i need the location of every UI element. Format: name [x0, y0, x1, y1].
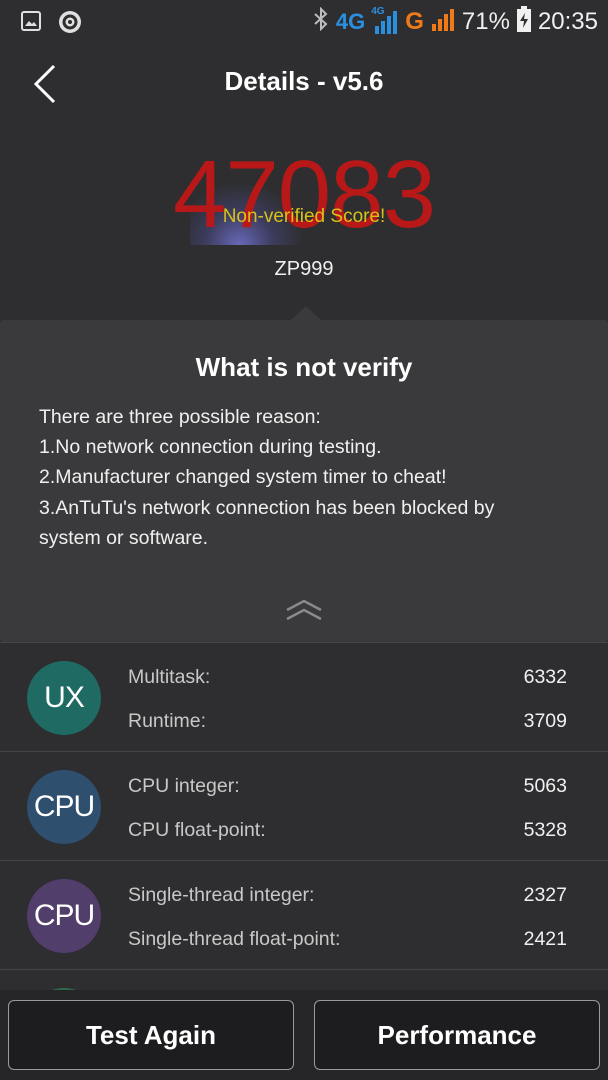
status-bar: 4G 4G G 71% 20:35 — [0, 0, 608, 44]
app-header: Details - v5.6 — [0, 44, 608, 124]
popup-line: 2.Manufacturer changed system timer to c… — [39, 466, 447, 489]
list-item-ux[interactable]: UX Multitask: 6332 Runtime: 3709 — [0, 642, 608, 751]
performance-button[interactable]: Performance — [314, 1000, 600, 1070]
clock: 20:35 — [537, 8, 598, 35]
result-label: Single-thread float-point: — [128, 928, 341, 950]
popup-line: There are three possible reason: — [39, 406, 321, 428]
network-g-label: G — [405, 8, 424, 35]
ux-icon: UX — [27, 661, 101, 735]
signal-icon-secondary — [430, 6, 456, 39]
page-title: Details - v5.6 — [224, 66, 384, 96]
device-name: ZP999 — [274, 258, 334, 280]
test-again-button[interactable]: Test Again — [8, 1000, 294, 1070]
result-value: 2421 — [523, 928, 567, 950]
network-4g-label: 4G — [335, 9, 366, 34]
app-notification-icon — [58, 10, 82, 39]
cpu-icon: CPU — [27, 879, 101, 953]
popup-caret — [290, 306, 322, 321]
gallery-icon — [20, 10, 42, 37]
result-value: 5063 — [523, 775, 567, 797]
popup-line: 1.No network connection during testing. — [39, 436, 382, 459]
total-score: 47083 — [173, 141, 436, 248]
result-value: 5328 — [523, 819, 567, 841]
double-chevron-up-icon — [286, 599, 322, 621]
result-label: Single-thread integer: — [128, 884, 315, 906]
popup-body: There are three possible reason: 1.No ne… — [39, 402, 578, 553]
result-value: 6332 — [523, 666, 567, 688]
popup-title: What is not verify — [195, 352, 413, 382]
collapse-button[interactable] — [284, 598, 324, 622]
result-label: CPU integer: — [128, 775, 240, 797]
result-label: Multitask: — [128, 666, 211, 688]
result-value: 3709 — [523, 710, 567, 732]
list-item-cpu[interactable]: CPU CPU integer: 5063 CPU float-point: 5… — [0, 751, 608, 860]
bottom-action-bar: Test Again Performance — [0, 990, 608, 1080]
popup-line: system or software. — [39, 526, 209, 549]
cpu-icon: CPU — [27, 770, 101, 844]
results-list: UX Multitask: 6332 Runtime: 3709 CPU CPU… — [0, 642, 608, 1062]
popup-line: 3.AnTuTu's network connection has been b… — [39, 496, 495, 519]
signal-icon: 4G — [371, 6, 399, 36]
result-value: 2327 — [523, 884, 567, 906]
verify-info-popup: What is not verify There are three possi… — [0, 320, 608, 642]
result-label: Runtime: — [128, 710, 207, 732]
result-label: CPU float-point: — [128, 819, 266, 841]
score-area: 47083 Non-verified Score! — [0, 140, 608, 250]
non-verified-badge[interactable]: Non-verified Score! — [0, 206, 608, 228]
bluetooth-icon — [312, 6, 330, 38]
list-item-single-thread[interactable]: CPU Single-thread integer: 2327 Single-t… — [0, 860, 608, 969]
battery-charging-icon — [516, 5, 532, 40]
battery-percent: 71% — [461, 8, 510, 35]
